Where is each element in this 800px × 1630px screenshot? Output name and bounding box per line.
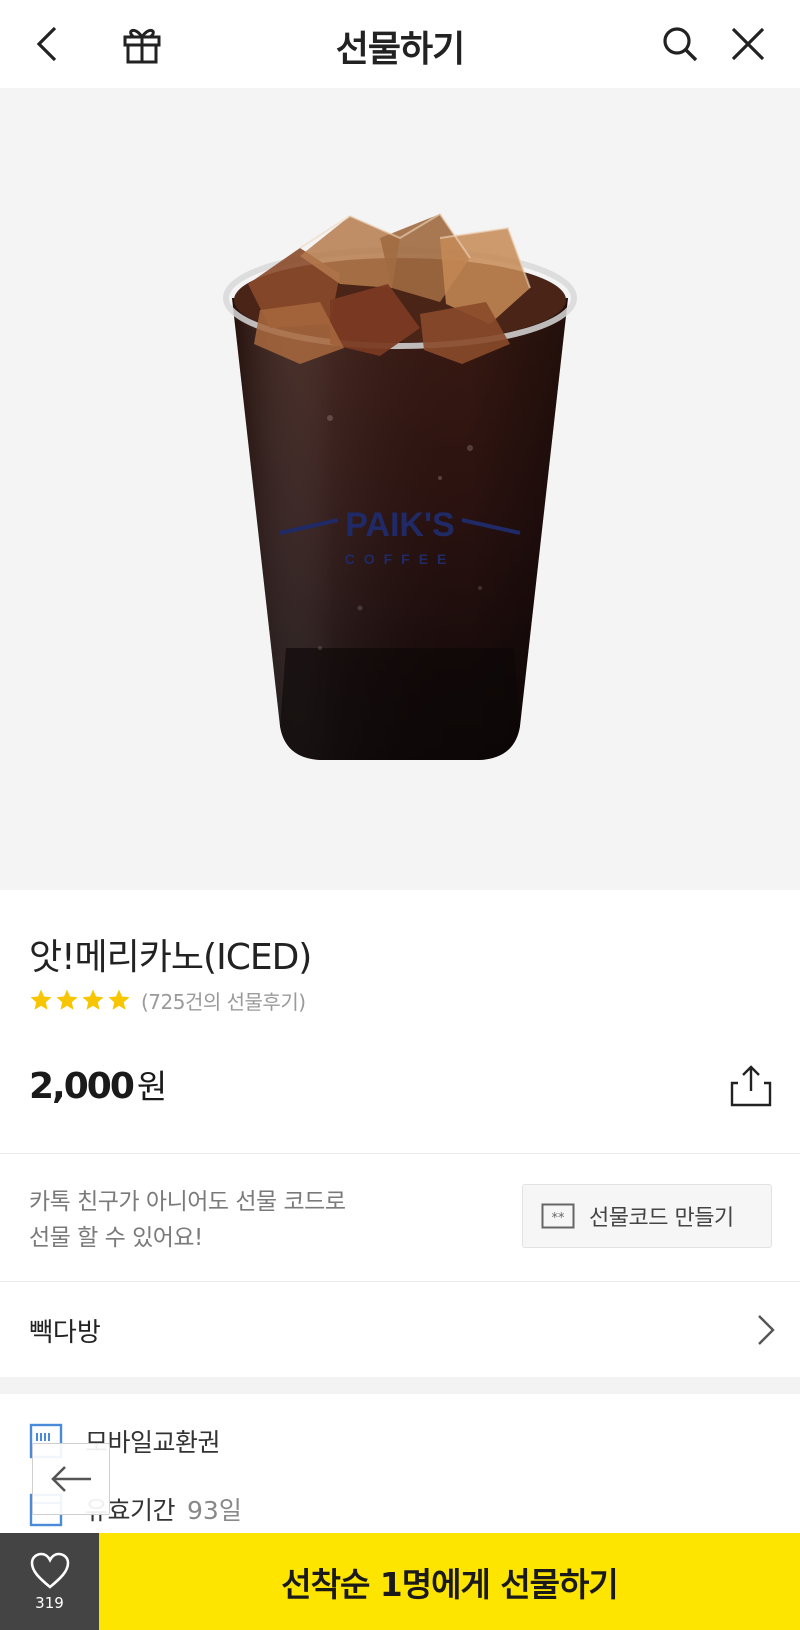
close-icon [731,27,765,61]
svg-text:**: ** [552,1211,566,1226]
gift-code-line-2: 선물 할 수 있어요! [29,1225,203,1251]
brand-link[interactable]: 빽다방 [0,1283,800,1377]
like-count: 319 [35,1593,64,1612]
top-bar: 선물하기 [0,0,800,88]
search-button[interactable] [654,18,706,70]
gift-now-button[interactable]: 선착순 1명에게 선물하기 [99,1533,800,1630]
price-unit: 원 [136,1067,168,1106]
star-icon [56,989,78,1010]
price-value: 2,000 [29,1066,135,1107]
star-icon [108,989,130,1010]
bottom-action-bar: 319 선착순 1명에게 선물하기 [0,1533,800,1630]
iced-americano-image: PAIK'S COFFEE [223,212,577,760]
section-separator [0,1377,800,1394]
cup-logo-sub: COFFEE [345,551,456,567]
gift-code-description: 카톡 친구가 아니어도 선물 코드로 선물 할 수 있어요! [29,1184,346,1256]
share-icon [730,1065,772,1107]
chevron-right-icon [758,1315,775,1345]
star-icon [30,989,52,1010]
make-gift-code-label: 선물코드 만들기 [589,1206,734,1231]
heart-icon [30,1552,69,1589]
divider [0,1153,800,1154]
floating-back-button[interactable] [32,1443,110,1515]
brand-name: 빽다방 [29,1317,101,1348]
gift-code-line-1: 카톡 친구가 아니어도 선물 코드로 [29,1189,346,1215]
product-price: 2,000 원 [29,1060,167,1108]
rating-stars [29,988,131,1012]
validity-value: 93일 [187,1496,242,1525]
star-icon [82,989,104,1010]
product-name: 앗!메리카노(ICED) [29,937,312,978]
cup-logo: PAIK'S [345,506,454,544]
like-button[interactable]: 319 [0,1533,99,1630]
close-button[interactable] [722,18,774,70]
divider [0,1281,800,1282]
share-button[interactable] [725,1060,777,1112]
rating[interactable]: (725건의 선물후기) [29,986,306,1014]
make-gift-code-button[interactable]: ** 선물코드 만들기 [522,1184,772,1248]
review-count[interactable]: (725건의 선물후기) [141,986,306,1015]
arrow-left-icon [51,1466,91,1492]
search-icon [663,27,698,62]
ticket-code-icon: ** [541,1203,575,1229]
product-image-area: PAIK'S COFFEE [0,88,800,890]
